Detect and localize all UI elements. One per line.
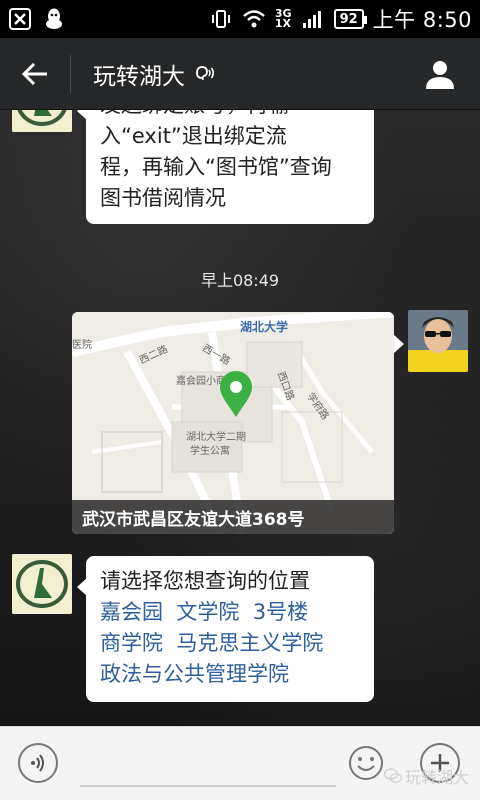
- chat-info-button[interactable]: [400, 38, 480, 110]
- chat-header: 玩转湖大: [0, 38, 480, 110]
- network-subtype: 1X: [274, 17, 292, 30]
- location-option-link[interactable]: 政法与公共管理学院: [100, 662, 289, 686]
- wifi-icon: [242, 7, 266, 31]
- wechat-logo-icon: [384, 768, 402, 783]
- network-indicator: 3G 1X: [274, 8, 292, 30]
- user-avatar[interactable]: [408, 310, 468, 372]
- message-timestamp: 早上08:49: [200, 271, 280, 290]
- message-input-bar: [0, 726, 480, 800]
- option-row: 商学院 马克思主义学院: [100, 628, 360, 659]
- message-line: 发送绑定账号，再输: [100, 110, 360, 121]
- option-row: 政法与公共管理学院: [100, 659, 360, 690]
- location-message[interactable]: 湖北大学 医院 西二路 西一路 嘉会园小商城 西口路 学府路 湖北大学二期 学生…: [72, 312, 394, 534]
- message-bubble-location-options[interactable]: 请选择您想查询的位置 嘉会园 文学院 3号楼 商学院 马克思主义学院 政法与公共…: [77, 556, 374, 702]
- clock: 上午 8:50: [372, 8, 472, 32]
- chat-title-text: 玩转湖大: [93, 63, 185, 90]
- location-option-link[interactable]: 文学院: [176, 600, 239, 624]
- arrow-left-icon: [21, 62, 47, 85]
- message-bubble-binding-instructions[interactable]: 发送绑定账号，再输 入“exit”退出绑定流 程，再输入“图书馆”查询 图书借阅…: [77, 110, 374, 224]
- emoji-button[interactable]: [346, 743, 386, 783]
- earpiece-mode-icon: [196, 65, 215, 80]
- chat-area[interactable]: 发送绑定账号，再输 入“exit”退出绑定流 程，再输入“图书馆”查询 图书借阅…: [0, 110, 480, 726]
- map-label: 学生公寓: [190, 446, 230, 457]
- watermark-text: 玩转湖大: [405, 768, 470, 787]
- bubble-tail: [394, 335, 404, 353]
- status-bar: 3G 1X 92 上午 8:50: [0, 0, 480, 38]
- title-divider: [70, 54, 71, 93]
- watermark: 玩转湖大: [384, 764, 469, 788]
- option-row: 嘉会园 文学院 3号楼: [100, 597, 360, 628]
- location-option-link[interactable]: 嘉会园: [100, 600, 163, 624]
- map-label: 湖北大学二期: [186, 432, 246, 443]
- location-address: 武汉市武昌区友谊大道368号: [72, 500, 394, 534]
- location-option-link[interactable]: 3号楼: [253, 600, 308, 624]
- chat-title: 玩转湖大: [93, 57, 215, 91]
- signal-icon: [301, 7, 325, 31]
- app-notification-icon: [8, 7, 32, 31]
- smiley-icon: [349, 746, 383, 780]
- location-option-link[interactable]: 马克思主义学院: [176, 631, 323, 655]
- voice-icon: [31, 754, 44, 772]
- voice-button[interactable]: [18, 743, 58, 783]
- map-pin-icon: [220, 371, 252, 417]
- battery-indicator: 92: [333, 9, 367, 29]
- official-account-avatar[interactable]: [12, 110, 72, 132]
- message-prompt: 请选择您想查询的位置: [100, 569, 310, 593]
- back-button[interactable]: [0, 38, 70, 110]
- vibrate-icon: [209, 7, 233, 31]
- person-icon: [426, 60, 454, 89]
- official-account-avatar[interactable]: [12, 554, 72, 614]
- message-input[interactable]: [80, 741, 336, 787]
- message-line: 程，再输入“图书馆”查询: [100, 155, 332, 179]
- location-option-link[interactable]: 商学院: [100, 631, 163, 655]
- message-line: 入“exit”退出绑定流: [100, 124, 287, 148]
- qq-icon: [42, 7, 66, 31]
- message-line: 图书借阅情况: [100, 186, 226, 210]
- map-label: 医院: [72, 340, 92, 351]
- map-label: 湖北大学: [240, 320, 289, 334]
